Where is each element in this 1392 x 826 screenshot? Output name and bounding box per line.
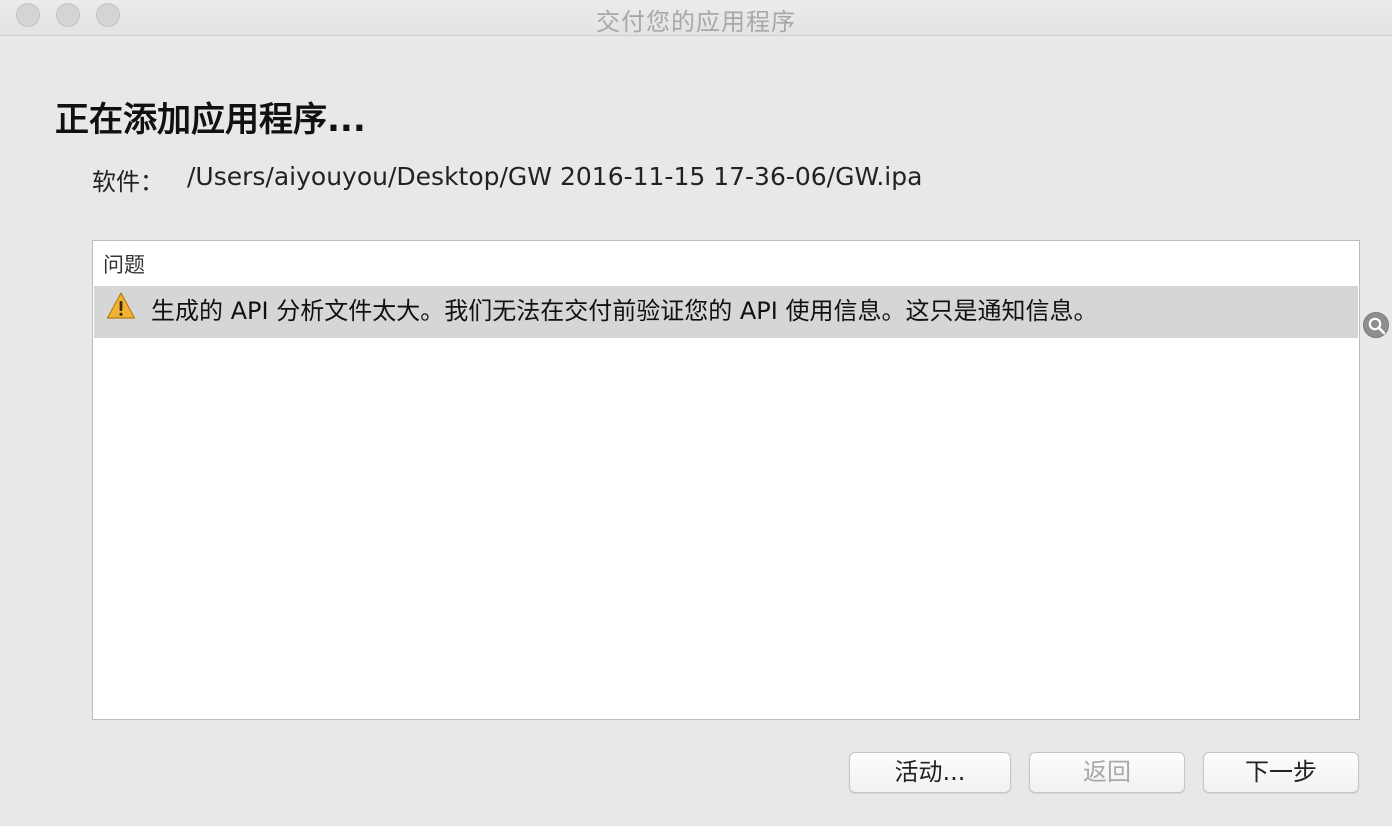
warning-icon <box>106 292 136 319</box>
issue-text: 生成的 API 分析文件太大。我们无法在交付前验证您的 API 使用信息。这只是… <box>151 297 1098 325</box>
title-bar: 交付您的应用程序 <box>0 0 1392 36</box>
next-button[interactable]: 下一步 <box>1203 752 1359 793</box>
page-title: 正在添加应用程序... <box>55 100 366 140</box>
back-button[interactable]: 返回 <box>1029 752 1185 793</box>
window-title: 交付您的应用程序 <box>596 8 796 36</box>
software-path: /Users/aiyouyou/Desktop/GW 2016-11-15 17… <box>187 162 923 191</box>
activity-button[interactable]: 活动... <box>849 752 1011 793</box>
software-label: 软件： <box>92 168 164 196</box>
search-icon[interactable] <box>1363 312 1389 338</box>
issues-list[interactable]: 问题 生成的 API 分析文件太大。我们无法在交付前验证您的 API 使用信息。… <box>92 240 1360 720</box>
issues-column-header: 问题 <box>103 253 145 277</box>
issue-row[interactable]: 生成的 API 分析文件太大。我们无法在交付前验证您的 API 使用信息。这只是… <box>94 286 1358 338</box>
